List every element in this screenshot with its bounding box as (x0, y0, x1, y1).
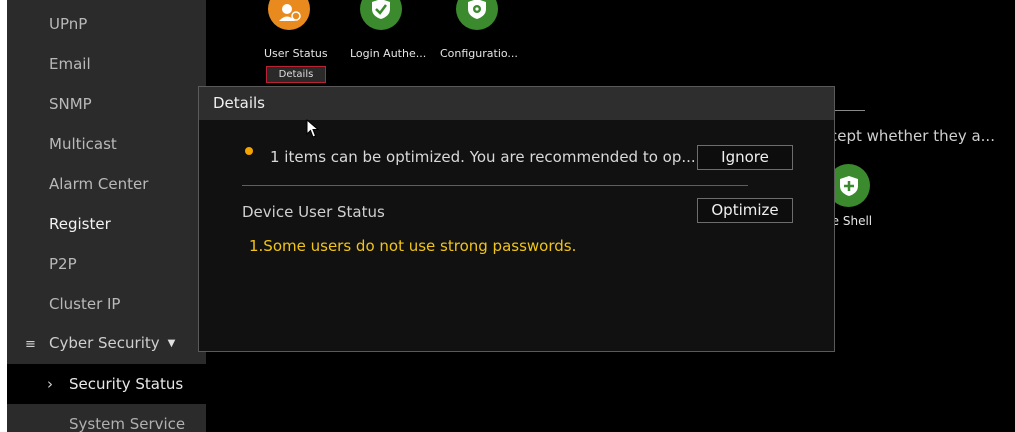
shield-check-icon (372, 0, 390, 19)
sidebar-item-email[interactable]: Email (7, 44, 206, 84)
optimize-button[interactable]: Optimize (697, 198, 793, 223)
device-user-status-label: Device User Status (242, 203, 385, 221)
dialog-divider (242, 185, 748, 186)
user-status-label: User Status (264, 47, 328, 60)
login-auth-label: Login Authe... (350, 47, 427, 60)
user-icon (279, 4, 301, 21)
sidebar-item-register[interactable]: Register (7, 204, 206, 244)
sidebar-item-upnp[interactable]: UPnP (7, 4, 206, 44)
dialog-header: Details (199, 87, 834, 120)
sidebar-group-label: Cyber Security (49, 334, 160, 352)
sidebar-item-system-service[interactable]: System Service (7, 404, 206, 432)
details-tooltip: Details (266, 66, 326, 83)
sidebar-item-p2p[interactable]: P2P (7, 244, 206, 284)
login-auth-icon[interactable] (360, 0, 402, 30)
warning-dot-icon (245, 147, 253, 155)
sidebar-item-cluster-ip[interactable]: Cluster IP (7, 284, 206, 324)
list-icon: ≡ (25, 337, 36, 352)
sidebar-item-multicast[interactable]: Multicast (7, 124, 206, 164)
mouse-cursor-icon (306, 119, 320, 138)
bg-description: cept whether they a... (829, 127, 995, 145)
configuration-icon[interactable] (456, 0, 498, 30)
screen: UPnP Email SNMP Multicast Alarm Center R… (7, 0, 1015, 432)
sidebar: UPnP Email SNMP Multicast Alarm Center R… (7, 0, 206, 432)
sidebar-group-cyber-security[interactable]: ≡ Cyber Security ▼ (7, 323, 206, 363)
sidebar-item-alarm-center[interactable]: Alarm Center (7, 164, 206, 204)
sidebar-item-label: Security Status (69, 375, 184, 393)
sidebar-item-security-status[interactable]: › Security Status (7, 364, 206, 404)
caret-down-icon: ▼ (167, 337, 176, 349)
shield-gear-icon (468, 0, 486, 19)
chevron-right-icon: › (47, 375, 53, 393)
user-status-icon[interactable] (268, 0, 310, 30)
ignore-button[interactable]: Ignore (697, 145, 793, 170)
configuration-label: Configuratio... (440, 47, 518, 60)
weak-password-warning: 1.Some users do not use strong passwords… (249, 237, 577, 255)
shield-plus-icon (839, 175, 858, 196)
dialog-title: Details (213, 94, 266, 112)
optimization-message: 1 items can be optimized. You are recomm… (270, 148, 696, 166)
details-dialog: Details 1 items can be optimized. You ar… (198, 86, 835, 352)
sidebar-item-snmp[interactable]: SNMP (7, 84, 206, 124)
